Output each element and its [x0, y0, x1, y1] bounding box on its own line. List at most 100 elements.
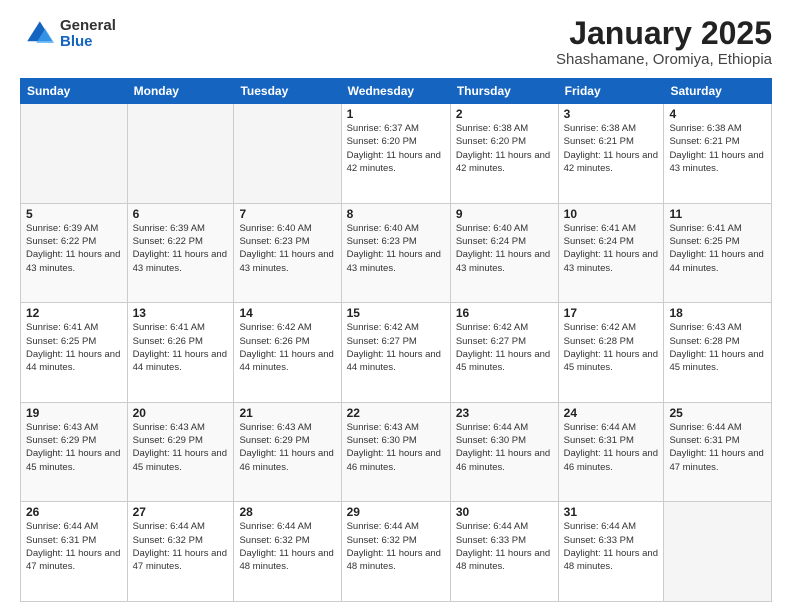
day-info: Sunrise: 6:44 AMSunset: 6:33 PMDaylight:… — [456, 521, 550, 572]
day-info: Sunrise: 6:38 AMSunset: 6:21 PMDaylight:… — [564, 123, 658, 174]
day-number: 28 — [239, 505, 335, 519]
header: General Blue January 2025 Shashamane, Or… — [20, 16, 772, 68]
day-info: Sunrise: 6:42 AMSunset: 6:27 PMDaylight:… — [347, 322, 441, 373]
calendar-cell: 3 Sunrise: 6:38 AMSunset: 6:21 PMDaylight… — [558, 104, 664, 204]
calendar-week-5: 26 Sunrise: 6:44 AMSunset: 6:31 PMDayligh… — [21, 502, 772, 602]
title-block: January 2025 Shashamane, Oromiya, Ethiop… — [556, 16, 772, 68]
col-monday: Monday — [127, 79, 234, 104]
day-number: 27 — [133, 505, 229, 519]
day-number: 9 — [456, 207, 553, 221]
day-info: Sunrise: 6:41 AMSunset: 6:26 PMDaylight:… — [133, 322, 227, 373]
calendar-cell: 9 Sunrise: 6:40 AMSunset: 6:24 PMDaylight… — [450, 203, 558, 303]
day-number: 1 — [347, 107, 445, 121]
calendar-cell: 14Sunrise: 6:42 AMSunset: 6:26 PMDayligh… — [234, 303, 341, 403]
day-info: Sunrise: 6:44 AMSunset: 6:31 PMDaylight:… — [26, 521, 120, 572]
day-info: Sunrise: 6:42 AMSunset: 6:28 PMDaylight:… — [564, 322, 658, 373]
day-number: 23 — [456, 406, 553, 420]
calendar-cell: 8 Sunrise: 6:40 AMSunset: 6:23 PMDaylight… — [341, 203, 450, 303]
calendar-cell: 11Sunrise: 6:41 AMSunset: 6:25 PMDayligh… — [664, 203, 772, 303]
col-thursday: Thursday — [450, 79, 558, 104]
day-info: Sunrise: 6:43 AMSunset: 6:28 PMDaylight:… — [669, 322, 763, 373]
day-number: 5 — [26, 207, 122, 221]
day-number: 22 — [347, 406, 445, 420]
day-number: 20 — [133, 406, 229, 420]
day-number: 24 — [564, 406, 659, 420]
day-info: Sunrise: 6:39 AMSunset: 6:22 PMDaylight:… — [133, 223, 227, 274]
logo: General Blue — [20, 16, 116, 52]
col-tuesday: Tuesday — [234, 79, 341, 104]
logo-blue-text: Blue — [60, 34, 116, 51]
day-info: Sunrise: 6:41 AMSunset: 6:25 PMDaylight:… — [26, 322, 120, 373]
day-info: Sunrise: 6:44 AMSunset: 6:33 PMDaylight:… — [564, 521, 658, 572]
logo-icon — [20, 16, 56, 52]
logo-text: General Blue — [60, 18, 116, 51]
calendar-cell: 28 Sunrise: 6:44 AMSunset: 6:32 PMDayligh… — [234, 502, 341, 602]
day-number: 16 — [456, 306, 553, 320]
calendar-cell: 27 Sunrise: 6:44 AMSunset: 6:32 PMDayligh… — [127, 502, 234, 602]
day-number: 19 — [26, 406, 122, 420]
day-info: Sunrise: 6:42 AMSunset: 6:27 PMDaylight:… — [456, 322, 550, 373]
calendar-cell — [127, 104, 234, 204]
day-info: Sunrise: 6:44 AMSunset: 6:30 PMDaylight:… — [456, 422, 550, 473]
calendar-cell: 21Sunrise: 6:43 AMSunset: 6:29 PMDayligh… — [234, 402, 341, 502]
day-number: 2 — [456, 107, 553, 121]
calendar-cell: 29Sunrise: 6:44 AMSunset: 6:32 PMDayligh… — [341, 502, 450, 602]
day-number: 12 — [26, 306, 122, 320]
day-number: 8 — [347, 207, 445, 221]
day-info: Sunrise: 6:40 AMSunset: 6:24 PMDaylight:… — [456, 223, 550, 274]
day-info: Sunrise: 6:43 AMSunset: 6:29 PMDaylight:… — [133, 422, 227, 473]
calendar-cell: 25Sunrise: 6:44 AMSunset: 6:31 PMDayligh… — [664, 402, 772, 502]
day-number: 18 — [669, 306, 766, 320]
day-info: Sunrise: 6:41 AMSunset: 6:25 PMDaylight:… — [669, 223, 763, 274]
day-info: Sunrise: 6:39 AMSunset: 6:22 PMDaylight:… — [26, 223, 120, 274]
day-number: 17 — [564, 306, 659, 320]
col-friday: Friday — [558, 79, 664, 104]
day-info: Sunrise: 6:40 AMSunset: 6:23 PMDaylight:… — [347, 223, 441, 274]
day-info: Sunrise: 6:44 AMSunset: 6:31 PMDaylight:… — [669, 422, 763, 473]
calendar-cell: 10 Sunrise: 6:41 AMSunset: 6:24 PMDayligh… — [558, 203, 664, 303]
calendar-cell: 4Sunrise: 6:38 AMSunset: 6:21 PMDaylight… — [664, 104, 772, 204]
day-info: Sunrise: 6:43 AMSunset: 6:29 PMDaylight:… — [26, 422, 120, 473]
calendar-week-3: 12 Sunrise: 6:41 AMSunset: 6:25 PMDayligh… — [21, 303, 772, 403]
day-number: 6 — [133, 207, 229, 221]
day-info: Sunrise: 6:37 AMSunset: 6:20 PMDaylight:… — [347, 123, 441, 174]
calendar-cell: 24Sunrise: 6:44 AMSunset: 6:31 PMDayligh… — [558, 402, 664, 502]
day-info: Sunrise: 6:44 AMSunset: 6:32 PMDaylight:… — [133, 521, 227, 572]
calendar-cell: 6 Sunrise: 6:39 AMSunset: 6:22 PMDaylight… — [127, 203, 234, 303]
calendar-subtitle: Shashamane, Oromiya, Ethiopia — [556, 51, 772, 68]
day-number: 10 — [564, 207, 659, 221]
calendar-cell: 17 Sunrise: 6:42 AMSunset: 6:28 PMDayligh… — [558, 303, 664, 403]
day-number: 3 — [564, 107, 659, 121]
day-number: 13 — [133, 306, 229, 320]
col-saturday: Saturday — [664, 79, 772, 104]
calendar-cell: 2 Sunrise: 6:38 AMSunset: 6:20 PMDaylight… — [450, 104, 558, 204]
calendar-cell: 1 Sunrise: 6:37 AMSunset: 6:20 PMDaylight… — [341, 104, 450, 204]
day-info: Sunrise: 6:41 AMSunset: 6:24 PMDaylight:… — [564, 223, 658, 274]
calendar-cell: 22 Sunrise: 6:43 AMSunset: 6:30 PMDayligh… — [341, 402, 450, 502]
calendar-week-1: 1 Sunrise: 6:37 AMSunset: 6:20 PMDaylight… — [21, 104, 772, 204]
calendar-cell: 13 Sunrise: 6:41 AMSunset: 6:26 PMDayligh… — [127, 303, 234, 403]
day-number: 30 — [456, 505, 553, 519]
day-info: Sunrise: 6:38 AMSunset: 6:20 PMDaylight:… — [456, 123, 550, 174]
day-number: 15 — [347, 306, 445, 320]
calendar-cell: 31Sunrise: 6:44 AMSunset: 6:33 PMDayligh… — [558, 502, 664, 602]
calendar-cell: 12 Sunrise: 6:41 AMSunset: 6:25 PMDayligh… — [21, 303, 128, 403]
calendar-cell — [21, 104, 128, 204]
col-sunday: Sunday — [21, 79, 128, 104]
day-number: 7 — [239, 207, 335, 221]
day-number: 26 — [26, 505, 122, 519]
col-wednesday: Wednesday — [341, 79, 450, 104]
calendar-cell: 23 Sunrise: 6:44 AMSunset: 6:30 PMDayligh… — [450, 402, 558, 502]
calendar-cell — [234, 104, 341, 204]
day-number: 29 — [347, 505, 445, 519]
day-info: Sunrise: 6:43 AMSunset: 6:29 PMDaylight:… — [239, 422, 333, 473]
day-number: 4 — [669, 107, 766, 121]
day-info: Sunrise: 6:43 AMSunset: 6:30 PMDaylight:… — [347, 422, 441, 473]
day-info: Sunrise: 6:44 AMSunset: 6:32 PMDaylight:… — [239, 521, 333, 572]
calendar-cell: 16 Sunrise: 6:42 AMSunset: 6:27 PMDayligh… — [450, 303, 558, 403]
calendar-title: January 2025 — [556, 16, 772, 51]
calendar-cell: 30 Sunrise: 6:44 AMSunset: 6:33 PMDayligh… — [450, 502, 558, 602]
calendar-cell: 5 Sunrise: 6:39 AMSunset: 6:22 PMDaylight… — [21, 203, 128, 303]
page: General Blue January 2025 Shashamane, Or… — [0, 0, 792, 612]
calendar-cell: 18 Sunrise: 6:43 AMSunset: 6:28 PMDayligh… — [664, 303, 772, 403]
